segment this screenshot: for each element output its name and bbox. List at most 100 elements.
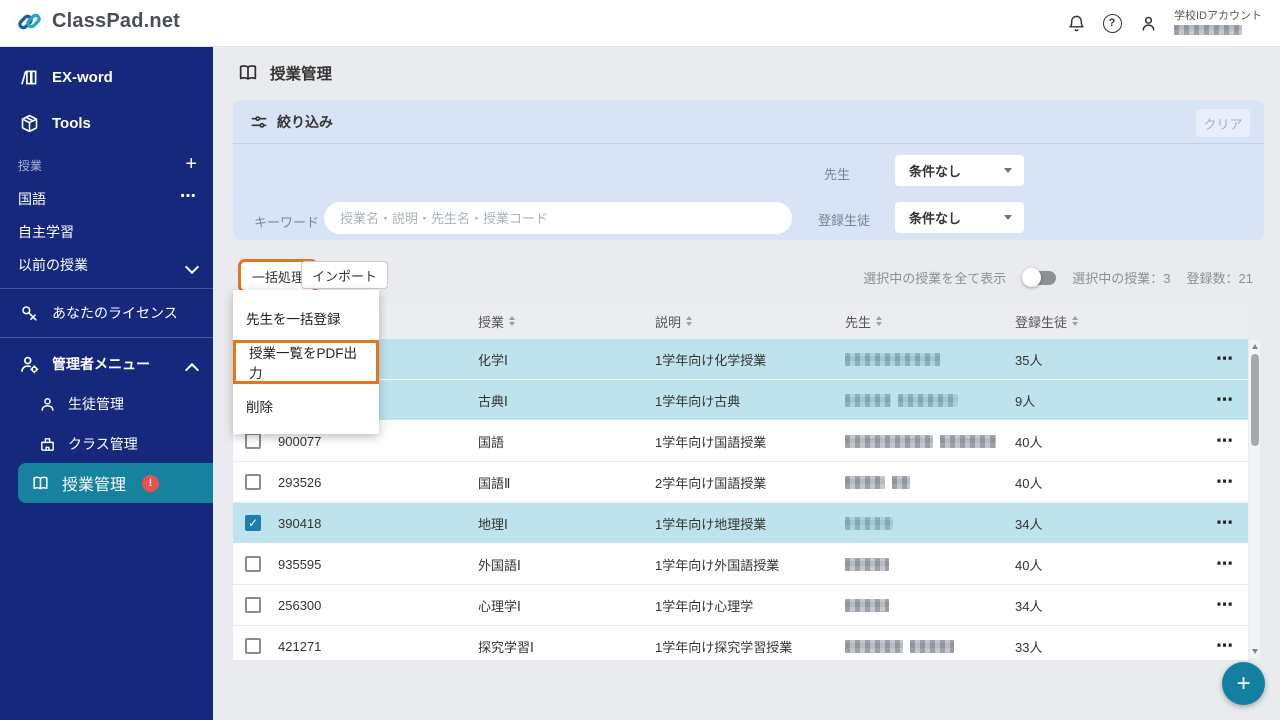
scrollbar-thumb[interactable]	[1250, 354, 1259, 446]
column-header-0[interactable]: 授業	[478, 303, 516, 339]
table-row[interactable]: ✓ 古典Ⅰ 1学年向け古典 9人 ⋯	[233, 380, 1248, 421]
table-row[interactable]: 256300 心理学Ⅰ 1学年向け心理学 34人 ⋯	[233, 585, 1248, 626]
table-row[interactable]: ✓ 390418 地理Ⅰ 1学年向け地理授業 34人 ⋯	[233, 503, 1248, 544]
sidebar-item-lesson-mgmt-active[interactable]: 授業管理 !	[18, 463, 213, 503]
sidebar-item-self-study[interactable]: 自主学習	[0, 217, 213, 247]
bulk-action-dropdown-menu: 先生を一括登録 授業一覧をPDF出力 削除	[233, 290, 379, 434]
row-class-description: 2学年向け国語授業	[655, 475, 767, 491]
student-filter-select[interactable]: 条件なし	[895, 202, 1024, 233]
teacher-filter-select[interactable]: 条件なし	[895, 155, 1024, 186]
sidebar-label-self-study: 自主学習	[18, 224, 74, 240]
add-class-fab[interactable]: +	[1222, 662, 1265, 705]
account-info[interactable]: 学校IDアカウント	[1174, 11, 1270, 35]
page-book-icon	[237, 62, 259, 84]
import-button[interactable]: インポート	[301, 261, 389, 289]
sidebar-item-license[interactable]: あなたのライセンス	[0, 296, 213, 330]
table-row[interactable]: 293526 国語Ⅱ 2学年向け国語授業 40人 ⋯	[233, 462, 1248, 503]
notification-bell-icon[interactable]	[1066, 13, 1086, 33]
row-checkbox[interactable]	[245, 433, 261, 449]
table-row[interactable]: ✓ 化学Ⅰ 1学年向け化学授業 35人 ⋯	[233, 339, 1248, 380]
table-row[interactable]: 900077 国語 1学年向け国語授業 40人 ⋯	[233, 421, 1248, 462]
brand-name: ClassPad.net	[52, 10, 181, 32]
top-bar: ClassPad.net ? 学校IDアカウント	[0, 0, 1280, 47]
row-checkbox[interactable]	[245, 556, 261, 572]
row-student-count: 40人	[1015, 434, 1043, 450]
row-student-count: 33人	[1015, 639, 1043, 655]
menu-item-1[interactable]: 授業一覧をPDF出力	[233, 340, 379, 384]
row-class-code: 390418	[278, 515, 322, 531]
keyword-input[interactable]	[324, 202, 792, 234]
row-teacher-redacted	[845, 626, 954, 660]
previous-classes-chevron-down-icon[interactable]	[184, 259, 200, 277]
sidebar-label-class-mgmt: クラス管理	[68, 436, 138, 452]
table-header-row: 授業 説明 先生 登録生徒	[233, 303, 1248, 339]
show-selected-label: 選択中の授業を全て表示	[863, 271, 1007, 286]
sidebar-item-admin-menu[interactable]: 管理者メニュー	[0, 347, 213, 381]
main-content: 授業管理 絞り込み クリア キーワード 先生 条件なし	[213, 46, 1280, 720]
sidebar-label-license: あなたのライセンス	[52, 305, 178, 321]
table-row[interactable]: 421271 探究学習Ⅰ 1学年向け探究学習授業 33人 ⋯	[233, 626, 1248, 660]
row-teacher-redacted	[845, 421, 996, 461]
help-icon[interactable]: ?	[1102, 13, 1122, 33]
row-actions-menu-icon[interactable]: ⋯	[1216, 339, 1234, 379]
row-student-count: 34人	[1015, 516, 1043, 532]
row-actions-menu-icon[interactable]: ⋯	[1216, 626, 1234, 660]
row-class-description: 1学年向け探究学習授業	[655, 639, 793, 655]
row-class-name: 古典Ⅰ	[478, 393, 508, 409]
sidebar: EX-word Tools 授業 + 国語 ⋯ 自主学習 以前の授業 あなたのラ…	[0, 46, 213, 720]
teacher-filter-value: 条件なし	[909, 164, 962, 179]
row-class-name: 地理Ⅰ	[478, 516, 508, 532]
table-row[interactable]: 935595 外国語Ⅰ 1学年向け外国語授業 40人 ⋯	[233, 544, 1248, 585]
row-teacher-redacted	[845, 339, 940, 379]
row-actions-menu-icon[interactable]: ⋯	[1216, 462, 1234, 502]
sort-icon[interactable]	[876, 316, 883, 326]
row-actions-menu-icon[interactable]: ⋯	[1216, 544, 1234, 584]
row-checkbox[interactable]: ✓	[245, 515, 261, 531]
row-actions-menu-icon[interactable]: ⋯	[1216, 380, 1234, 420]
sidebar-item-class-mgmt[interactable]: クラス管理	[0, 427, 213, 461]
sidebar-item-ex-word[interactable]: EX-word	[0, 60, 213, 94]
sidebar-label-admin-menu: 管理者メニュー	[52, 356, 150, 372]
row-class-name: 探究学習Ⅰ	[478, 639, 534, 655]
row-class-code: 421271	[278, 638, 322, 654]
show-selected-toggle[interactable]	[1022, 267, 1057, 287]
clear-filter-button[interactable]: クリア	[1196, 109, 1250, 137]
sidebar-label-tools: Tools	[52, 114, 91, 132]
sidebar-section-class: 授業	[18, 159, 43, 173]
column-header-3[interactable]: 登録生徒	[1015, 303, 1079, 339]
student-person-icon	[38, 396, 56, 413]
sort-icon[interactable]	[509, 316, 516, 326]
row-actions-menu-icon[interactable]: ⋯	[1216, 585, 1234, 625]
sidebar-item-student-mgmt[interactable]: 生徒管理	[0, 387, 213, 421]
row-actions-menu-icon[interactable]: ⋯	[1216, 421, 1234, 461]
sidebar-label-previous-classes: 以前の授業	[18, 257, 88, 273]
key-icon	[18, 304, 40, 323]
row-class-name: 化学Ⅰ	[478, 352, 508, 368]
account-person-icon[interactable]	[1138, 13, 1158, 33]
filter-title: 絞り込み	[277, 114, 333, 130]
brand-logo[interactable]: ClassPad.net	[16, 8, 180, 35]
add-class-icon[interactable]: +	[185, 154, 197, 174]
column-header-2[interactable]: 先生	[845, 303, 883, 339]
column-header-1[interactable]: 説明	[655, 303, 693, 339]
sidebar-item-previous-classes[interactable]: 以前の授業	[0, 250, 213, 280]
menu-item-2[interactable]: 削除	[233, 384, 379, 428]
sort-icon[interactable]	[686, 316, 693, 326]
tools-cube-icon	[18, 113, 40, 134]
row-checkbox[interactable]	[245, 474, 261, 490]
table-scrollbar[interactable]	[1249, 340, 1260, 658]
row-teacher-redacted	[845, 380, 958, 420]
row-actions-menu-icon[interactable]: ⋯	[1216, 503, 1234, 543]
row-checkbox[interactable]	[245, 638, 261, 654]
sidebar-item-tools[interactable]: Tools	[0, 106, 213, 140]
admin-menu-chevron-up-icon[interactable]	[184, 361, 200, 380]
kokugo-more-icon[interactable]: ⋯	[180, 189, 197, 205]
row-checkbox[interactable]	[245, 597, 261, 613]
scroll-up-icon[interactable]	[1252, 344, 1258, 349]
scroll-down-icon[interactable]	[1252, 649, 1258, 654]
student-filter-value: 条件なし	[909, 211, 962, 226]
sort-icon[interactable]	[1072, 316, 1079, 326]
menu-item-0[interactable]: 先生を一括登録	[233, 296, 379, 340]
account-type-label: 学校IDアカウント	[1174, 10, 1262, 22]
page-title: 授業管理	[237, 62, 332, 84]
